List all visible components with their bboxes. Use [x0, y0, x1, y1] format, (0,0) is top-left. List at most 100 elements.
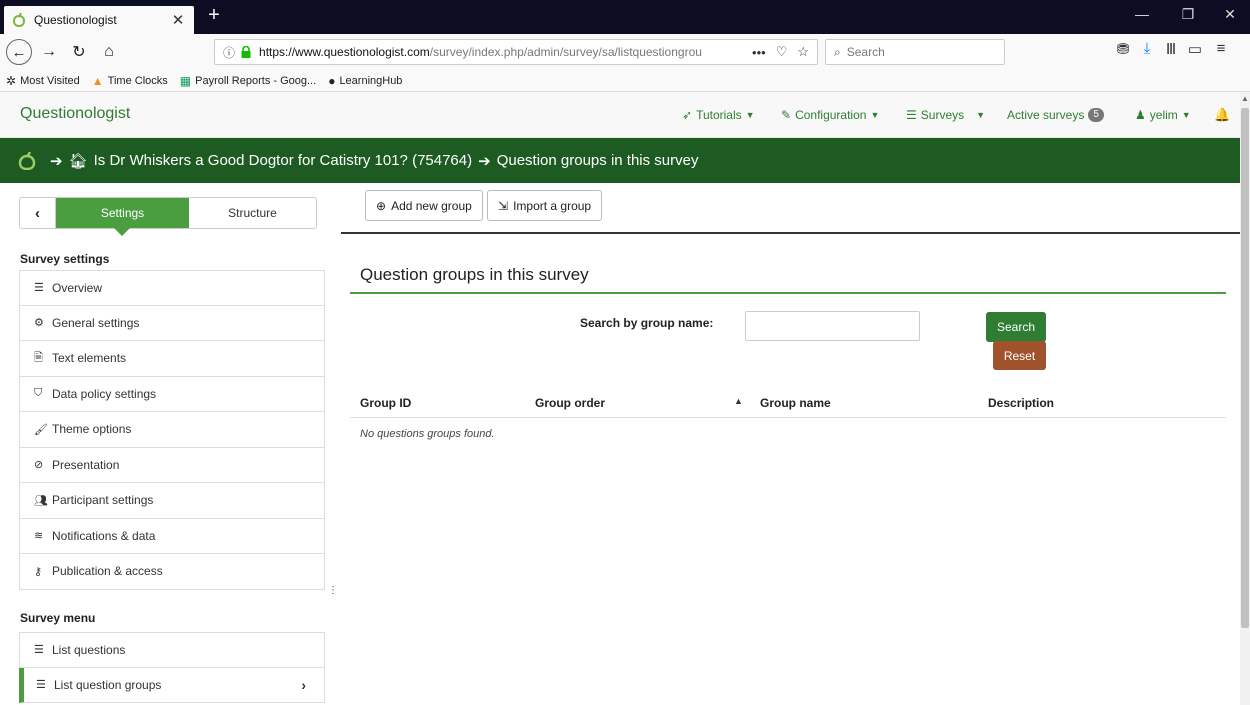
scrollbar-thumb[interactable] [1241, 108, 1249, 628]
nav-tutorials[interactable]: ➶ Tutorials ▼ [682, 108, 755, 122]
back-icon[interactable]: ← [6, 39, 32, 65]
home-icon[interactable]: 🏠︎ [69, 152, 88, 170]
brand-link[interactable]: Questionologist [20, 105, 130, 123]
address-bar[interactable]: ⓘ https://www.questionologist.com/survey… [214, 39, 818, 65]
bookmark-learninghub[interactable]: ● LearningHub [328, 74, 402, 88]
column-description[interactable]: Description [988, 396, 1054, 410]
rocket-icon: ➶ [682, 108, 693, 122]
title-divider [350, 292, 1226, 294]
info-icon[interactable]: ⓘ [223, 44, 235, 61]
caret-down-icon: ▼ [1181, 110, 1191, 120]
menu-icon[interactable]: ≡ [1210, 40, 1232, 57]
sidebar-resize-handle[interactable]: ⋮ [328, 585, 338, 596]
list-icon: ☰ [36, 679, 46, 692]
close-tab-icon[interactable]: ✕ [170, 11, 186, 29]
breadcrumb-current: Question groups in this survey [496, 152, 699, 169]
new-tab-icon[interactable]: + [204, 4, 224, 27]
sidebar-toggle-icon[interactable]: ▭ [1184, 40, 1206, 58]
home-icon[interactable]: ⌂ [96, 39, 122, 65]
import-group-button[interactable]: ⇲ Import a group [487, 190, 603, 221]
nav-configuration[interactable]: ✎ Configuration ▼ [781, 108, 879, 122]
active-surveys-badge: 5 [1088, 108, 1104, 122]
sidebar-item-label: Overview [52, 280, 103, 295]
chevron-right-icon: › [301, 676, 306, 693]
tab-settings[interactable]: Settings [56, 198, 189, 236]
downloads-icon[interactable]: ⤓ [1136, 40, 1158, 57]
questionologist-logo-icon [18, 151, 36, 170]
caret-down-icon: ▼ [745, 110, 755, 120]
survey-settings-heading: Survey settings [20, 252, 110, 266]
brush-icon: 🖌 [34, 423, 48, 436]
column-group-name[interactable]: Group name [760, 396, 831, 410]
sidebar-item-label: Text elements [52, 351, 127, 366]
nav-user[interactable]: ♟ yelim ▼ [1135, 108, 1191, 122]
tab-structure[interactable]: Structure [189, 198, 316, 228]
bookmark-star-icon[interactable]: ☆ [797, 44, 809, 60]
nav-label: Tutorials [696, 108, 742, 122]
search-button[interactable]: Search [986, 312, 1046, 342]
shield-icon: ⛉ [34, 387, 43, 400]
nav-label: Configuration [795, 108, 867, 122]
reload-icon[interactable]: ↻ [66, 39, 92, 65]
pocket-icon[interactable]: ♡ [776, 44, 788, 60]
page-actions-icon[interactable]: ••• [752, 45, 766, 60]
restore-icon[interactable]: ❐ [1168, 6, 1208, 23]
nav-surveys[interactable]: ☰ Surveys ▼ [906, 108, 985, 122]
browser-search-input[interactable]: ⌕ Search [825, 39, 1005, 65]
sidebar-item-list-question-groups[interactable]: ☰ List question groups › [19, 667, 325, 703]
sidebar-item-text-elements[interactable]: 🗎 Text elements [19, 341, 325, 377]
wrench-icon: ✎ [781, 108, 792, 122]
table-header: Group ID Group order ▲ Group name Descri… [350, 388, 1226, 418]
sidebar-item-theme-options[interactable]: 🖌 Theme options [19, 412, 325, 448]
bookmark-payroll-reports[interactable]: ▦ Payroll Reports - Goog... [180, 74, 316, 88]
group-name-search-input[interactable] [745, 311, 920, 341]
sidebar-item-presentation[interactable]: ⊘ Presentation [19, 447, 325, 483]
scroll-up-icon[interactable]: ▲ [1241, 94, 1249, 103]
search-placeholder: Search [846, 45, 885, 59]
search-icon: ⌕ [834, 44, 841, 59]
sidebar-item-data-policy[interactable]: ⛉ Data policy settings [19, 376, 325, 412]
sidebar-item-overview[interactable]: ☰ Overview [19, 270, 325, 306]
url-path: /survey/index.php/admin/survey/sa/listqu… [429, 45, 702, 59]
forward-icon[interactable]: → [36, 39, 62, 65]
bell-icon[interactable]: 🔔 [1214, 107, 1230, 123]
breadcrumb-survey[interactable]: Is Dr Whiskers a Good Dogtor for Catistr… [94, 152, 473, 169]
library-icon[interactable]: Ⅲ [1160, 40, 1182, 58]
minimize-icon[interactable]: — [1122, 6, 1162, 22]
reset-button[interactable]: Reset [993, 341, 1046, 370]
breadcrumb: ➔ 🏠︎ Is Dr Whiskers a Good Dogtor for Ca… [0, 138, 1240, 183]
nav-active-surveys[interactable]: Active surveys 5 [1007, 108, 1104, 122]
bookmark-label: Time Clocks [107, 74, 168, 87]
column-group-order[interactable]: Group order [535, 396, 605, 410]
sidebar-item-general-settings[interactable]: ⚙ General settings [19, 305, 325, 341]
page-scrollbar[interactable]: ▲ [1240, 92, 1250, 705]
page-title: Question groups in this survey [360, 265, 589, 284]
column-group-id[interactable]: Group ID [360, 396, 411, 410]
list-icon: ☰ [906, 108, 917, 122]
sidebar-item-participant-settings[interactable]: 👥︎ Participant settings [19, 483, 325, 519]
file-text-icon: 🗎 [34, 351, 43, 364]
sidebar-toggle: ‹ Settings Structure [19, 197, 317, 236]
sidebar-item-notifications[interactable]: ≋ Notifications & data [19, 518, 325, 554]
sidebar-item-publication[interactable]: ⚷ Publication & access [19, 554, 325, 590]
extension-icon[interactable]: ⛃ [1112, 40, 1134, 58]
sidebar-item-label: Participant settings [52, 493, 154, 508]
gear-icon: ✲ [6, 73, 17, 88]
collapse-sidebar-icon[interactable]: ‹ [20, 198, 56, 228]
caret-down-icon: ▼ [976, 110, 986, 120]
spreadsheet-icon: ▦ [179, 73, 192, 88]
bookmark-most-visited[interactable]: ✲ Most Visited [6, 74, 80, 88]
caret-down-icon: ▼ [870, 110, 880, 120]
bookmark-time-clocks[interactable]: ▲ Time Clocks [92, 74, 168, 88]
sidebar-item-list-questions[interactable]: ☰ List questions [19, 632, 325, 668]
plus-circle-icon: ⊕ [376, 198, 387, 213]
learninghub-icon: ● [328, 73, 336, 88]
button-label: Add new group [391, 198, 472, 213]
window-close-icon[interactable]: ✕ [1210, 6, 1250, 23]
add-new-group-button[interactable]: ⊕ Add new group [365, 190, 483, 221]
sidebar-item-label: Presentation [52, 457, 120, 472]
list-icon: ☰ [34, 644, 44, 657]
survey-menu-heading: Survey menu [20, 611, 96, 625]
browser-tab[interactable]: Questionologist ✕ [4, 6, 194, 34]
sidebar-item-label: Data policy settings [52, 386, 157, 401]
